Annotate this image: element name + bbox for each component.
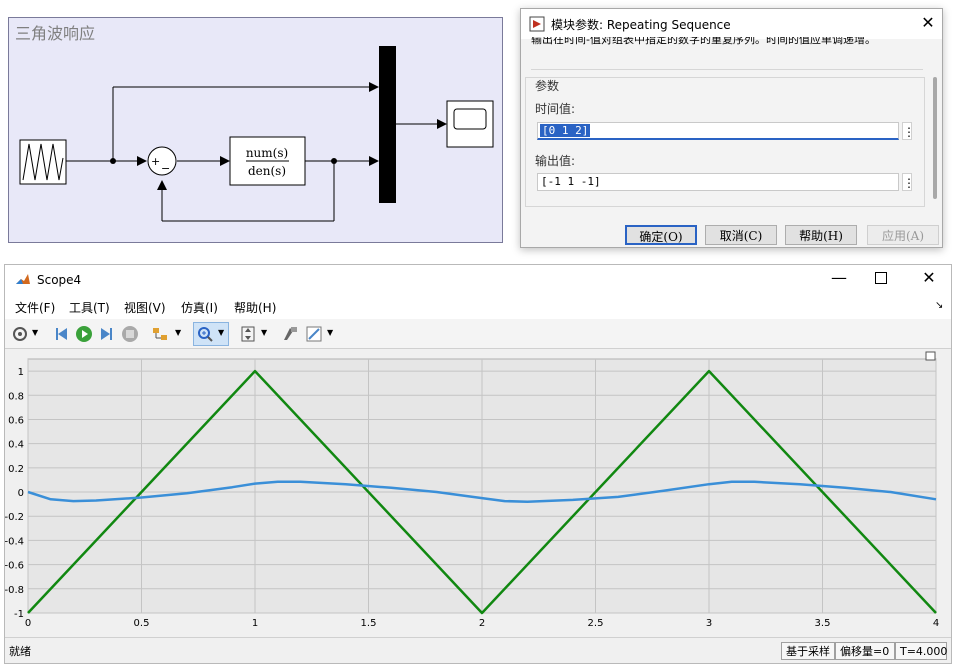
y-tick-label: 0.4	[8, 440, 24, 451]
scope-toolbar: ▼ ▼ ▼ ▼ ▼	[5, 319, 951, 349]
y-tick-label: -0.6	[5, 561, 24, 572]
maximize-icon[interactable]	[875, 272, 887, 284]
x-tick-label: 3	[706, 618, 712, 629]
sum-plus-sign: +	[151, 155, 160, 168]
dialog-titlebar: 模块参数: Repeating Sequence ✕	[521, 9, 942, 39]
y-tick-label: 0.2	[8, 464, 24, 475]
time-values-menu-icon[interactable]: ⋮	[902, 122, 915, 140]
gear-dropdown-icon[interactable]: ▼	[32, 328, 38, 337]
x-tick-label: 0	[25, 618, 31, 629]
help-button[interactable]: 帮助(H)	[785, 225, 857, 245]
axes-restore-icon	[925, 351, 936, 361]
repeating-sequence-block[interactable]	[19, 139, 67, 185]
menu-simulation[interactable]: 仿真(I)	[181, 299, 218, 316]
y-tick-label: -1	[14, 609, 24, 620]
block-parameters-dialog: 模块参数: Repeating Sequence ✕ 输出在时间-值对组表中指定…	[520, 8, 943, 248]
style-icon[interactable]	[305, 325, 323, 343]
menu-view[interactable]: 视图(V)	[124, 299, 166, 316]
menu-tools[interactable]: 工具(T)	[69, 299, 110, 316]
status-time: T=4.000	[895, 642, 947, 660]
minimize-icon[interactable]: —	[827, 268, 851, 287]
ok-button[interactable]: 确定(O)	[625, 225, 697, 245]
x-tick-label: 1	[252, 618, 258, 629]
stop-icon[interactable]	[121, 325, 139, 343]
status-offset: 偏移量=0	[835, 642, 895, 660]
time-values-label: 时间值:	[535, 102, 576, 116]
tf-denominator: den(s)	[248, 164, 286, 178]
cancel-button[interactable]: 取消(C)	[705, 225, 777, 245]
menu-help[interactable]: 帮助(H)	[234, 299, 276, 316]
status-sample-based: 基于采样	[781, 642, 835, 660]
zoom-in-icon[interactable]	[196, 325, 214, 343]
parameters-section-label: 参数	[535, 79, 560, 93]
x-tick-label: 3.5	[815, 618, 831, 629]
status-ready: 就绪	[9, 645, 31, 658]
model-diagram: + − num(s) den(s)	[19, 46, 494, 222]
x-tick-label: 4	[933, 618, 939, 629]
gear-icon[interactable]	[11, 325, 29, 343]
highlight-icon[interactable]	[281, 325, 299, 343]
dialog-title: 模块参数: Repeating Sequence	[551, 18, 731, 32]
output-values-input[interactable]: [-1 1 -1]	[537, 173, 899, 191]
y-tick-label: -0.8	[5, 585, 24, 596]
sum-minus-sign: −	[161, 162, 170, 175]
fit-axes-icon[interactable]	[239, 325, 257, 343]
menubar: 文件(F) 工具(T) 视图(V) 仿真(I) 帮助(H) ↘	[5, 295, 951, 319]
scope-plot-area: 0 0.5 1 1.5 2 2.5 3 3.5 4 -1 -0.8 -0.6 -0.4 -0.2 0 0.2 0…	[4, 349, 951, 635]
fit-dropdown-icon[interactable]: ▼	[261, 328, 267, 337]
style-dropdown-icon[interactable]: ▼	[327, 328, 333, 337]
scope-axes[interactable]: 0 0.5 1 1.5 2 2.5 3 3.5 4 -1 -0.8 -0.6 -0.4 -0.2 0 0.2 0…	[4, 349, 951, 635]
step-forward-icon[interactable]	[97, 325, 115, 343]
signal-select-icon[interactable]	[151, 325, 169, 343]
scope-title: Scope4	[37, 273, 82, 287]
x-tick-label: 0.5	[134, 618, 150, 629]
mux-block[interactable]	[379, 46, 396, 203]
time-values-text: [0 1 2]	[540, 124, 591, 137]
y-tick-label: -0.2	[5, 512, 24, 523]
model-canvas[interactable]: 三角波响应 + − num(s) den(s)	[8, 17, 503, 243]
matlab-icon	[16, 274, 30, 284]
simulink-block-icon	[529, 16, 545, 32]
step-back-icon[interactable]	[53, 325, 71, 343]
close-icon[interactable]: ✕	[919, 14, 937, 32]
output-values-label: 输出值:	[535, 154, 576, 168]
time-values-input[interactable]: [0 1 2]	[537, 122, 899, 140]
dialog-scrollbar[interactable]	[933, 77, 937, 199]
scope-titlebar: Scope4 — ✕	[5, 265, 951, 295]
output-values-menu-icon[interactable]: ⋮	[902, 173, 915, 191]
scope-block[interactable]	[446, 100, 494, 148]
tf-numerator: num(s)	[246, 146, 288, 160]
y-tick-label: -0.4	[5, 536, 24, 547]
menu-file[interactable]: 文件(F)	[15, 299, 55, 316]
y-tick-label: 0.6	[8, 415, 24, 426]
dock-icon[interactable]: ↘	[935, 300, 943, 311]
dialog-description: 输出在时间-值对组表中指定的数字的重复序列。时间的值应单调递增。	[531, 37, 923, 70]
statusbar: 就绪 基于采样 偏移量=0 T=4.000	[5, 637, 951, 663]
output-values-text: [-1 1 -1]	[541, 175, 601, 188]
y-tick-label: 0.8	[8, 391, 24, 402]
close-window-icon[interactable]: ✕	[917, 268, 941, 287]
apply-button[interactable]: 应用(A)	[867, 225, 939, 245]
dialog-description-text: 输出在时间-值对组表中指定的数字的重复序列。时间的值应单调递增。	[531, 37, 876, 46]
zoom-dropdown-icon[interactable]: ▼	[218, 328, 224, 337]
x-tick-label: 1.5	[361, 618, 377, 629]
y-tick-label: 1	[18, 367, 24, 378]
signal-dropdown-icon[interactable]: ▼	[175, 328, 181, 337]
x-tick-label: 2	[479, 618, 485, 629]
run-icon[interactable]	[75, 325, 93, 343]
scope-window: Scope4 — ✕ 文件(F) 工具(T) 视图(V) 仿真(I) 帮助(H)…	[4, 264, 952, 664]
y-tick-label: 0	[18, 488, 24, 499]
x-tick-label: 2.5	[588, 618, 604, 629]
